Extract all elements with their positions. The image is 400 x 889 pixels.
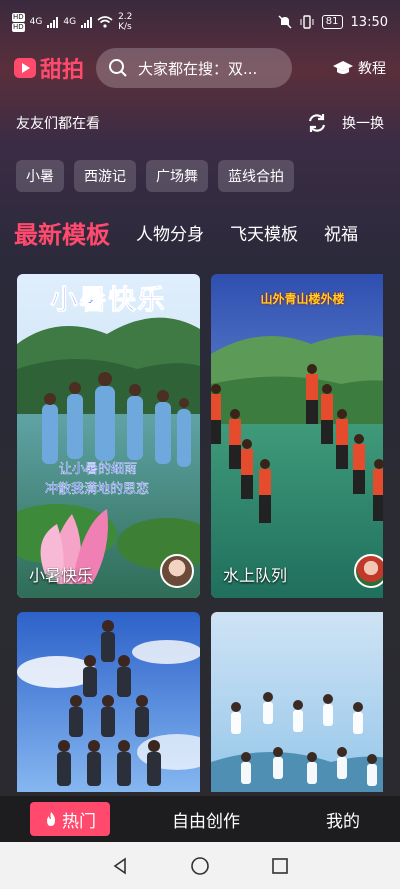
tab-character-clone[interactable]: 人物分身 — [136, 220, 204, 245]
bottom-nav: 热门 自由创作 我的 — [0, 796, 400, 842]
wifi-icon — [97, 16, 113, 28]
card-title: 小暑快乐 — [29, 566, 94, 585]
signal-icon — [47, 16, 59, 28]
thumbnail-overlay-title: 小暑快乐 — [50, 285, 167, 317]
chip-lanxian[interactable]: 蓝线合拍 — [218, 160, 294, 192]
hot-search-chips: 小暑 西游记 广场舞 蓝线合拍 — [16, 160, 294, 192]
nav-hot-label: 热门 — [62, 811, 96, 832]
friends-watching-title: 友友们都在看 — [16, 116, 100, 132]
thumbnail-overlay-title: 山外青山楼外楼 — [260, 292, 345, 306]
tutorial-button[interactable]: 教程 — [332, 58, 386, 78]
status-bar: HD HD 4G 4G 2.2 K/s 81 13:50 — [0, 0, 400, 44]
graduation-cap-icon — [333, 61, 353, 74]
signal-icon — [81, 16, 93, 28]
card-title: 水上队列 — [223, 566, 288, 585]
template-card[interactable] — [17, 612, 200, 792]
search-placeholder: 大家都在搜：双... — [138, 59, 258, 78]
refresh-button[interactable]: 换一换 — [306, 112, 384, 134]
thumbnail-image — [211, 612, 383, 792]
network-4g-label: 4G — [63, 17, 77, 27]
vibrate-icon — [300, 15, 314, 29]
poem-line: 让小暑的细雨 — [59, 462, 138, 477]
tutorial-label: 教程 — [358, 61, 386, 77]
net-speed-unit: K/s — [118, 22, 132, 32]
recent-apps-icon[interactable] — [271, 857, 289, 875]
chip-xiaoshu[interactable]: 小暑 — [16, 160, 64, 192]
back-icon[interactable] — [111, 856, 129, 875]
hd-badge: HD — [12, 22, 25, 32]
app-logo: 甜拍 — [14, 52, 84, 84]
thumbnail-image — [17, 274, 200, 598]
search-bar[interactable]: 大家都在搜：双... — [96, 48, 293, 88]
thumbnail-poem: 让小暑的细雨 冲散我满地的思恋 — [45, 460, 149, 500]
header: 甜拍 大家都在搜：双... 教程 — [0, 44, 400, 92]
search-icon — [109, 59, 127, 77]
status-right: 81 13:50 — [278, 15, 388, 30]
template-card[interactable]: 小暑快乐 让小暑的细雨 冲散我满地的思恋 小暑快乐 — [17, 274, 200, 598]
creator-avatar[interactable] — [354, 554, 383, 588]
friends-watching-row: 友友们都在看 换一换 — [16, 112, 384, 134]
nav-hot[interactable]: 热门 — [30, 802, 110, 836]
tab-blessings[interactable]: 祝福 — [324, 220, 358, 245]
tab-label: 最新模板 — [14, 220, 110, 249]
tab-flying-templates[interactable]: 飞天模板 — [230, 220, 298, 245]
battery-icon: 81 — [321, 15, 343, 29]
nav-free-create[interactable]: 自由创作 — [172, 807, 240, 832]
network-4g-label: 4G — [29, 17, 43, 27]
chip-guangchangwu[interactable]: 广场舞 — [146, 160, 208, 192]
chip-xiyouji[interactable]: 西游记 — [74, 160, 136, 192]
status-left: HD HD 4G 4G 2.2 K/s — [12, 12, 132, 32]
template-card[interactable] — [211, 612, 383, 792]
poem-line: 冲散我满地的思恋 — [45, 482, 150, 497]
thumbnail-image — [17, 612, 200, 792]
template-grid: 小暑快乐 让小暑的细雨 冲散我满地的思恋 小暑快乐 山外青山楼外楼 水上队列 — [17, 274, 383, 792]
template-card[interactable]: 山外青山楼外楼 水上队列 — [211, 274, 383, 598]
net-speed-value: 2.2 — [118, 12, 133, 22]
tab-latest-templates[interactable]: 最新模板 — [14, 215, 110, 250]
refresh-label: 换一换 — [342, 116, 384, 132]
clock: 13:50 — [350, 14, 388, 30]
hd-badge: HD — [12, 12, 25, 22]
hd-badges: HD HD — [12, 12, 25, 32]
thumbnail-image — [211, 274, 383, 598]
creator-avatar[interactable] — [160, 554, 194, 588]
nav-mine[interactable]: 我的 — [326, 807, 360, 832]
mute-bell-icon — [278, 15, 292, 29]
net-speed: 2.2 K/s — [118, 12, 132, 32]
home-icon[interactable] — [190, 856, 210, 876]
system-nav-bar — [0, 842, 400, 889]
refresh-icon — [308, 114, 326, 132]
logo-text: 甜拍 — [40, 58, 85, 83]
category-tabs: 最新模板 人物分身 飞天模板 祝福 — [14, 210, 400, 254]
logo-play-icon — [14, 58, 36, 78]
flame-icon — [47, 812, 55, 826]
